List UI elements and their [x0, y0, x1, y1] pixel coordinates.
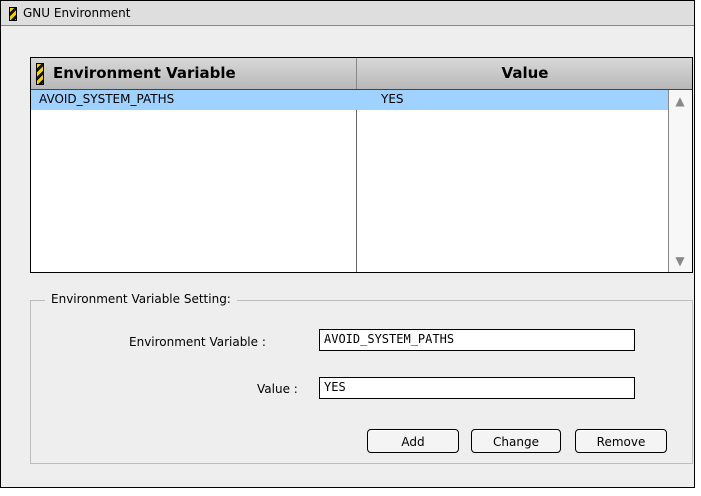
scroll-up-arrow-icon[interactable]: ▲: [673, 94, 687, 108]
environment-variable-field-label: Environment Variable :: [129, 335, 266, 349]
row-value-cell: YES: [381, 92, 404, 106]
column-header-environment-variable[interactable]: Environment Variable: [31, 58, 356, 89]
column-divider: [356, 90, 357, 272]
gnu-environment-window: GNU Environment Environment Variable Val…: [0, 0, 695, 488]
window-titlebar[interactable]: GNU Environment: [1, 1, 694, 26]
row-variable-cell: AVOID_SYSTEM_PATHS: [39, 92, 175, 106]
hazard-stripe-icon: [36, 63, 44, 85]
vertical-scrollbar[interactable]: ▲ ▼: [668, 90, 692, 272]
value-field-label: Value :: [257, 382, 298, 396]
add-button[interactable]: Add: [367, 429, 459, 453]
list-header: Environment Variable Value: [31, 58, 692, 90]
table-row[interactable]: AVOID_SYSTEM_PATHS YES: [31, 90, 668, 110]
column-header-value[interactable]: Value: [356, 58, 693, 89]
group-label: Environment Variable Setting:: [45, 292, 237, 306]
value-field[interactable]: YES: [319, 377, 635, 399]
remove-button[interactable]: Remove: [575, 429, 667, 453]
environment-variables-list[interactable]: Environment Variable Value AVOID_SYSTEM_…: [30, 57, 693, 273]
scroll-down-arrow-icon[interactable]: ▼: [673, 254, 687, 268]
window-title: GNU Environment: [23, 6, 131, 20]
environment-variable-field[interactable]: AVOID_SYSTEM_PATHS: [319, 329, 635, 351]
change-button[interactable]: Change: [471, 429, 561, 453]
hazard-stripe-icon: [9, 7, 17, 21]
column-header-label: Environment Variable: [53, 64, 236, 82]
